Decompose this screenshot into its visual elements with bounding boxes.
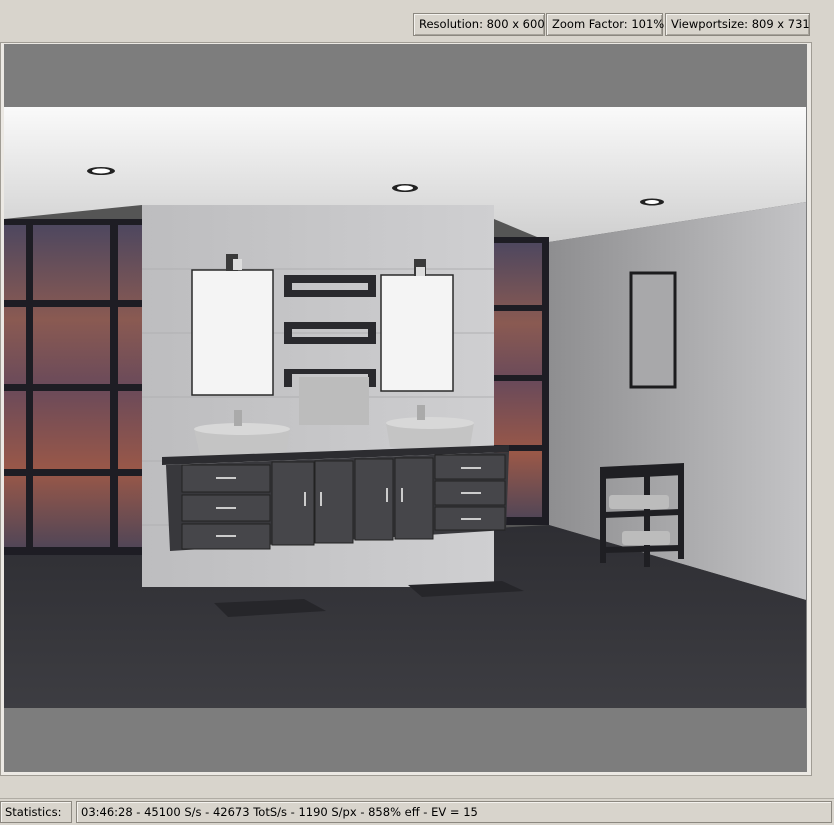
rendered-bathroom-scene — [4, 107, 806, 708]
statistics-value: 03:46:28 - 45100 S/s - 42673 TotS/s - 11… — [76, 801, 832, 823]
statistics-label: Statistics: — [0, 801, 72, 823]
resolution-readout: Resolution: 800 x 600 — [413, 13, 545, 36]
zoom-factor-readout: Zoom Factor: 101% — [546, 13, 664, 36]
status-bar: Statistics: 03:46:28 - 45100 S/s - 42673… — [0, 798, 834, 825]
window-right-edge — [812, 0, 834, 798]
viewport-size-readout: Viewportsize: 809 x 731 — [665, 13, 810, 36]
render-image[interactable] — [4, 107, 806, 708]
